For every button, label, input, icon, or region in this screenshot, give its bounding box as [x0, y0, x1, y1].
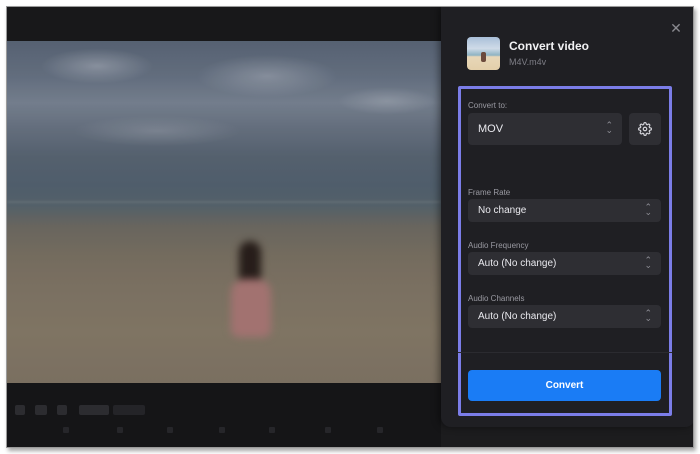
chevron-updown-icon: ⌃ ⌄	[605, 120, 613, 135]
file-name: M4V.m4v	[509, 57, 547, 67]
close-icon[interactable]: ✕	[669, 21, 683, 35]
audio-channels-value: Auto (No change)	[478, 311, 557, 322]
skip-forward-icon[interactable]	[57, 405, 67, 415]
chevron-updown-icon: ⌃ ⌄	[644, 308, 652, 323]
person-figure	[229, 241, 273, 341]
frame-rate-select[interactable]: No change ⌃ ⌄	[468, 199, 661, 222]
audio-frequency-value: Auto (No change)	[478, 258, 557, 269]
panel-title: Convert video	[509, 39, 590, 53]
convert-to-label: Convert to:	[468, 101, 508, 110]
video-preview	[7, 41, 441, 383]
audio-channels-label: Audio Channels	[468, 294, 525, 303]
chevron-updown-icon: ⌃ ⌄	[644, 255, 652, 270]
format-value: MOV	[478, 123, 504, 135]
play-icon[interactable]	[35, 405, 47, 415]
timeline-area	[7, 383, 441, 447]
convert-panel: ✕ Convert video M4V.m4v Convert to: MOV …	[441, 7, 693, 427]
horizon-line	[7, 201, 441, 203]
frame-rate-value: No change	[478, 205, 527, 216]
chevron-updown-icon: ⌃ ⌄	[644, 202, 652, 217]
audio-frequency-label: Audio Frequency	[468, 241, 529, 250]
divider	[458, 352, 672, 353]
app-window: ✕ Convert video M4V.m4v Convert to: MOV …	[6, 6, 694, 448]
format-select[interactable]: MOV ⌃ ⌄	[468, 113, 622, 145]
audio-frequency-select[interactable]: Auto (No change) ⌃ ⌄	[468, 252, 661, 275]
audio-channels-select[interactable]: Auto (No change) ⌃ ⌄	[468, 305, 661, 328]
video-thumbnail	[467, 37, 500, 70]
time-readout	[79, 405, 109, 415]
skip-back-icon[interactable]	[15, 405, 25, 415]
convert-button[interactable]: Convert	[468, 370, 661, 401]
gear-icon	[638, 122, 652, 136]
format-settings-button[interactable]	[629, 113, 661, 145]
frame-rate-label: Frame Rate	[468, 188, 511, 197]
preview-top-bar	[7, 7, 441, 41]
duration-readout	[113, 405, 145, 415]
